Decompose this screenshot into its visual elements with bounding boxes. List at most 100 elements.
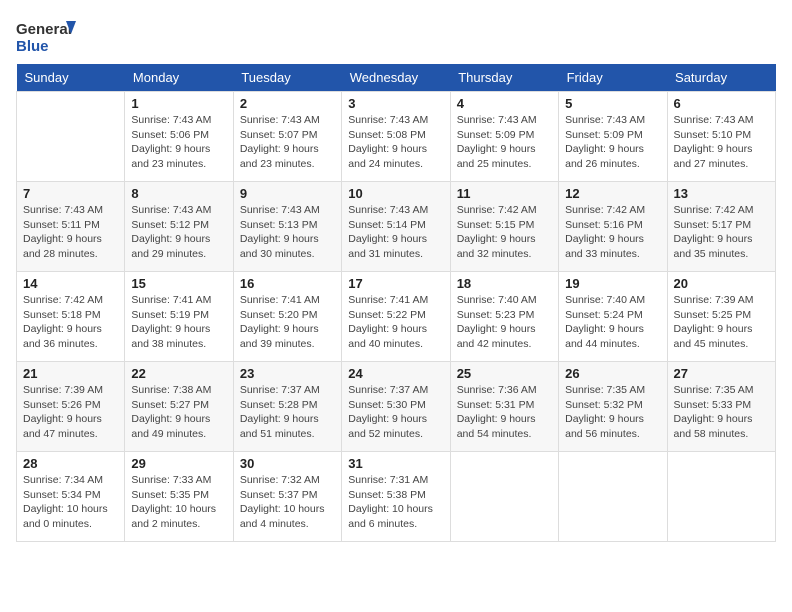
day-number: 23 <box>240 366 335 381</box>
calendar-cell: 8Sunrise: 7:43 AM Sunset: 5:12 PM Daylig… <box>125 182 233 272</box>
calendar-cell: 30 Sunrise: 7:32 AM Sunset: 5:37 PM Dayli… <box>233 452 341 542</box>
day-number: 22 <box>131 366 226 381</box>
day-info: Sunrise: 7:39 AM Sunset: 5:26 PM Dayligh… <box>23 383 118 442</box>
calendar-cell: 14 Sunrise: 7:42 AM Sunset: 5:18 PM Dayli… <box>17 272 125 362</box>
calendar-cell: 21 Sunrise: 7:39 AM Sunset: 5:26 PM Dayli… <box>17 362 125 452</box>
day-number: 21 <box>23 366 118 381</box>
day-info: Sunrise: 7:43 AM Sunset: 5:10 PM Dayligh… <box>674 113 769 172</box>
day-number: 31 <box>348 456 443 471</box>
day-number: 6 <box>674 96 769 111</box>
weekday-header-tuesday: Tuesday <box>233 64 341 92</box>
day-number: 15 <box>131 276 226 291</box>
calendar-cell: 31 Sunrise: 7:31 AM Sunset: 5:38 PM Dayli… <box>342 452 450 542</box>
calendar-cell <box>450 452 558 542</box>
calendar-cell: 25 Sunrise: 7:36 AM Sunset: 5:31 PM Dayli… <box>450 362 558 452</box>
day-info: Sunrise: 7:41 AM Sunset: 5:22 PM Dayligh… <box>348 293 443 352</box>
day-info: Sunrise: 7:43 AM Sunset: 5:12 PM Dayligh… <box>131 203 226 262</box>
day-number: 26 <box>565 366 660 381</box>
day-number: 7 <box>23 186 118 201</box>
weekday-header-sunday: Sunday <box>17 64 125 92</box>
day-info: Sunrise: 7:37 AM Sunset: 5:28 PM Dayligh… <box>240 383 335 442</box>
calendar-cell: 13 Sunrise: 7:42 AM Sunset: 5:17 PM Dayli… <box>667 182 775 272</box>
day-number: 1 <box>131 96 226 111</box>
weekday-header-monday: Monday <box>125 64 233 92</box>
day-info: Sunrise: 7:32 AM Sunset: 5:37 PM Dayligh… <box>240 473 335 532</box>
calendar-cell: 29 Sunrise: 7:33 AM Sunset: 5:35 PM Dayli… <box>125 452 233 542</box>
day-number: 28 <box>23 456 118 471</box>
calendar-cell: 24Sunrise: 7:37 AM Sunset: 5:30 PM Dayli… <box>342 362 450 452</box>
day-info: Sunrise: 7:38 AM Sunset: 5:27 PM Dayligh… <box>131 383 226 442</box>
day-info: Sunrise: 7:42 AM Sunset: 5:17 PM Dayligh… <box>674 203 769 262</box>
day-number: 14 <box>23 276 118 291</box>
calendar-cell: 28 Sunrise: 7:34 AM Sunset: 5:34 PM Dayli… <box>17 452 125 542</box>
day-number: 25 <box>457 366 552 381</box>
day-number: 30 <box>240 456 335 471</box>
day-info: Sunrise: 7:42 AM Sunset: 5:18 PM Dayligh… <box>23 293 118 352</box>
svg-text:Blue: Blue <box>16 38 49 55</box>
day-info: Sunrise: 7:34 AM Sunset: 5:34 PM Dayligh… <box>23 473 118 532</box>
calendar-week-row: 7 Sunrise: 7:43 AM Sunset: 5:11 PM Daylig… <box>17 182 776 272</box>
calendar-cell: 23 Sunrise: 7:37 AM Sunset: 5:28 PM Dayli… <box>233 362 341 452</box>
weekday-header-saturday: Saturday <box>667 64 775 92</box>
day-info: Sunrise: 7:39 AM Sunset: 5:25 PM Dayligh… <box>674 293 769 352</box>
day-number: 9 <box>240 186 335 201</box>
calendar-cell: 10Sunrise: 7:43 AM Sunset: 5:14 PM Dayli… <box>342 182 450 272</box>
day-number: 2 <box>240 96 335 111</box>
calendar-cell <box>667 452 775 542</box>
calendar-cell: 9 Sunrise: 7:43 AM Sunset: 5:13 PM Daylig… <box>233 182 341 272</box>
calendar-week-row: 21 Sunrise: 7:39 AM Sunset: 5:26 PM Dayli… <box>17 362 776 452</box>
day-number: 19 <box>565 276 660 291</box>
day-info: Sunrise: 7:43 AM Sunset: 5:08 PM Dayligh… <box>348 113 443 172</box>
day-number: 29 <box>131 456 226 471</box>
logo-svg: GeneralBlue <box>16 16 76 56</box>
calendar-cell: 19 Sunrise: 7:40 AM Sunset: 5:24 PM Dayli… <box>559 272 667 362</box>
calendar-table: SundayMondayTuesdayWednesdayThursdayFrid… <box>16 64 776 542</box>
weekday-header-row: SundayMondayTuesdayWednesdayThursdayFrid… <box>17 64 776 92</box>
day-info: Sunrise: 7:36 AM Sunset: 5:31 PM Dayligh… <box>457 383 552 442</box>
day-number: 4 <box>457 96 552 111</box>
day-number: 18 <box>457 276 552 291</box>
day-number: 27 <box>674 366 769 381</box>
day-info: Sunrise: 7:43 AM Sunset: 5:13 PM Dayligh… <box>240 203 335 262</box>
calendar-cell <box>559 452 667 542</box>
day-info: Sunrise: 7:31 AM Sunset: 5:38 PM Dayligh… <box>348 473 443 532</box>
day-info: Sunrise: 7:43 AM Sunset: 5:11 PM Dayligh… <box>23 203 118 262</box>
day-number: 17 <box>348 276 443 291</box>
calendar-cell: 5Sunrise: 7:43 AM Sunset: 5:09 PM Daylig… <box>559 92 667 182</box>
day-number: 12 <box>565 186 660 201</box>
day-number: 20 <box>674 276 769 291</box>
day-info: Sunrise: 7:43 AM Sunset: 5:07 PM Dayligh… <box>240 113 335 172</box>
day-info: Sunrise: 7:41 AM Sunset: 5:20 PM Dayligh… <box>240 293 335 352</box>
day-number: 13 <box>674 186 769 201</box>
calendar-cell: 18 Sunrise: 7:40 AM Sunset: 5:23 PM Dayli… <box>450 272 558 362</box>
day-info: Sunrise: 7:43 AM Sunset: 5:14 PM Dayligh… <box>348 203 443 262</box>
calendar-cell: 16 Sunrise: 7:41 AM Sunset: 5:20 PM Dayli… <box>233 272 341 362</box>
calendar-cell: 26Sunrise: 7:35 AM Sunset: 5:32 PM Dayli… <box>559 362 667 452</box>
day-info: Sunrise: 7:42 AM Sunset: 5:15 PM Dayligh… <box>457 203 552 262</box>
weekday-header-friday: Friday <box>559 64 667 92</box>
logo: GeneralBlue <box>16 16 76 56</box>
day-info: Sunrise: 7:40 AM Sunset: 5:23 PM Dayligh… <box>457 293 552 352</box>
calendar-cell: 3Sunrise: 7:43 AM Sunset: 5:08 PM Daylig… <box>342 92 450 182</box>
day-number: 16 <box>240 276 335 291</box>
day-info: Sunrise: 7:41 AM Sunset: 5:19 PM Dayligh… <box>131 293 226 352</box>
day-info: Sunrise: 7:43 AM Sunset: 5:09 PM Dayligh… <box>457 113 552 172</box>
day-info: Sunrise: 7:42 AM Sunset: 5:16 PM Dayligh… <box>565 203 660 262</box>
calendar-week-row: 14 Sunrise: 7:42 AM Sunset: 5:18 PM Dayli… <box>17 272 776 362</box>
calendar-cell: 15 Sunrise: 7:41 AM Sunset: 5:19 PM Dayli… <box>125 272 233 362</box>
calendar-cell: 20 Sunrise: 7:39 AM Sunset: 5:25 PM Dayli… <box>667 272 775 362</box>
weekday-header-wednesday: Wednesday <box>342 64 450 92</box>
calendar-cell: 6 Sunrise: 7:43 AM Sunset: 5:10 PM Daylig… <box>667 92 775 182</box>
day-info: Sunrise: 7:40 AM Sunset: 5:24 PM Dayligh… <box>565 293 660 352</box>
page-header: GeneralBlue <box>16 16 776 56</box>
day-info: Sunrise: 7:43 AM Sunset: 5:06 PM Dayligh… <box>131 113 226 172</box>
calendar-cell: 7 Sunrise: 7:43 AM Sunset: 5:11 PM Daylig… <box>17 182 125 272</box>
day-info: Sunrise: 7:35 AM Sunset: 5:33 PM Dayligh… <box>674 383 769 442</box>
svg-text:General: General <box>16 21 72 38</box>
day-number: 5 <box>565 96 660 111</box>
calendar-cell: 17 Sunrise: 7:41 AM Sunset: 5:22 PM Dayli… <box>342 272 450 362</box>
day-info: Sunrise: 7:33 AM Sunset: 5:35 PM Dayligh… <box>131 473 226 532</box>
day-number: 24 <box>348 366 443 381</box>
calendar-cell: 2 Sunrise: 7:43 AM Sunset: 5:07 PM Daylig… <box>233 92 341 182</box>
calendar-cell: 11Sunrise: 7:42 AM Sunset: 5:15 PM Dayli… <box>450 182 558 272</box>
